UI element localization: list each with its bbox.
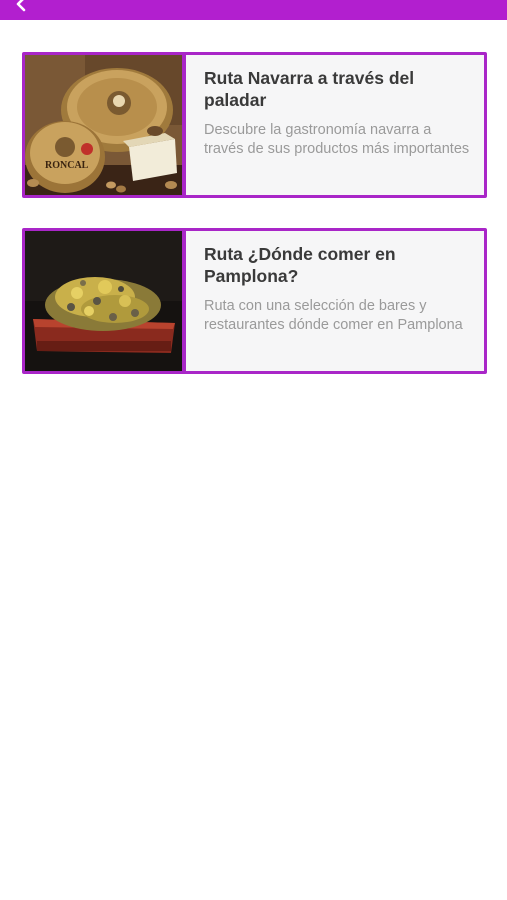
roncal-logo-text: RONCAL (45, 160, 89, 171)
route-text: Ruta Navarra a través del paladar Descub… (186, 55, 484, 195)
route-description: Ruta con una selección de bares y restau… (204, 298, 463, 333)
route-title: Ruta Navarra a través del paladar (204, 68, 415, 110)
app-bar (0, 0, 507, 20)
roncal-cheese-image: RONCAL (25, 55, 182, 195)
chevron-left-icon[interactable] (14, 0, 28, 16)
route-title: Ruta ¿Dónde comer en Pamplona? (204, 244, 396, 286)
route-description: Descubre la gastronomía navarra a través… (204, 122, 470, 157)
route-card[interactable]: RONCAL Ruta Navarra a través del paladar… (22, 52, 487, 198)
route-list: RONCAL Ruta Navarra a través del paladar… (22, 52, 487, 404)
route-text: Ruta ¿Dónde comer en Pamplona? Ruta con … (186, 231, 484, 371)
route-card[interactable]: Ruta ¿Dónde comer en Pamplona? Ruta con … (22, 228, 487, 374)
pintxo-image (25, 231, 182, 371)
